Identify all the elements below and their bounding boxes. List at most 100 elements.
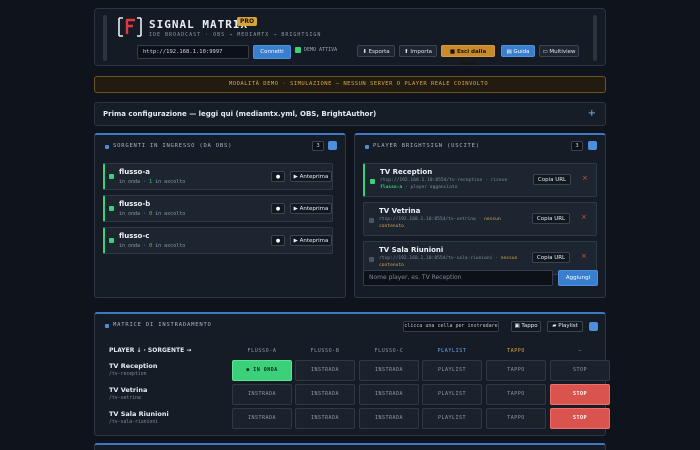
matrix-cell[interactable]: INSTRADA	[295, 360, 355, 381]
player-url-suffix: · player agganciato	[402, 184, 458, 190]
matrix-cell[interactable]: PLAYLIST	[422, 408, 482, 429]
playlist-button[interactable]: ▰ Playlist	[547, 321, 583, 332]
matrix-cell[interactable]: TAPPO	[486, 408, 546, 429]
setup-accordion[interactable]: Prima configurazione — leggi qui (mediam…	[94, 102, 606, 126]
matrix-collapse-icon[interactable]	[589, 322, 598, 331]
guide-label: Guida	[513, 49, 530, 55]
copy-url-button[interactable]: Copia URL	[532, 252, 570, 263]
matrix-cell[interactable]: INSTRADA	[359, 408, 419, 429]
preview-button[interactable]: ▶ Anteprima	[290, 171, 332, 182]
preview-button[interactable]: ▶ Anteprima	[290, 235, 332, 246]
copy-url-button[interactable]: Copia URL	[532, 213, 570, 224]
matrix-column-header: —	[578, 348, 582, 354]
source-status-suffix: in ascolto	[152, 211, 186, 217]
multiview-label: Multiview	[549, 49, 576, 55]
matrix-row-path: /tv-reception	[109, 372, 147, 377]
sources-collapse-icon[interactable]	[328, 141, 337, 150]
routing-matrix-panel: MATRICE DI INSTRADAMENTO clicca una cell…	[94, 312, 610, 436]
sources-title: SORGENTI IN INGRESSO (DA OBS)	[113, 143, 233, 149]
matrix-cell[interactable]: ● IN ONDA	[232, 360, 292, 381]
matrix-cell[interactable]: PLAYLIST	[422, 384, 482, 405]
source-status-prefix: in onda ·	[119, 211, 150, 217]
player-name: TV Vetrina	[379, 207, 421, 215]
source-name: flusso-c	[119, 232, 150, 240]
matrix-cell[interactable]: INSTRADA	[359, 384, 419, 405]
player-state: flusso-a	[380, 184, 403, 190]
preview-button[interactable]: ▶ Anteprima	[290, 203, 332, 214]
delete-player-icon[interactable]: ×	[581, 252, 587, 260]
import-label: Importa	[410, 49, 432, 55]
connect-button[interactable]: Connetti	[253, 45, 291, 59]
matrix-cell[interactable]: INSTRADA	[359, 360, 419, 381]
tappo-button[interactable]: ▣ Tappo	[511, 321, 541, 332]
matrix-cell[interactable]: INSTRADA	[295, 408, 355, 429]
players-collapse-icon[interactable]	[588, 141, 597, 150]
live-status-icon	[109, 174, 114, 179]
server-url-input[interactable]: http://192.168.1.10:9997	[137, 45, 249, 59]
copy-url-button[interactable]: Copia URL	[533, 174, 571, 185]
player-status-icon	[370, 179, 375, 184]
player-name: TV Sala Riunioni	[379, 246, 444, 254]
import-button[interactable]: ⬆ Importa	[399, 45, 437, 57]
export-button[interactable]: ⬇ Esporta	[357, 45, 395, 57]
matrix-cell[interactable]: INSTRADA	[232, 384, 292, 405]
header-rail-right	[593, 15, 597, 61]
expand-icon[interactable]: +	[588, 108, 596, 119]
sources-count-badge: 3	[312, 141, 324, 151]
matrix-hint: clicca una cella per instradare	[403, 321, 499, 332]
matrix-row-name: TV Vetrina	[109, 386, 148, 394]
source-status-prefix: in onda ·	[119, 179, 150, 185]
record-button[interactable]: ●	[271, 171, 285, 182]
source-status: in onda · 0 in ascolto	[119, 211, 185, 217]
player-name-input[interactable]: Nome player, es. TV Reception	[363, 270, 553, 286]
matrix-title: MATRICE DI INSTRADAMENTO	[113, 322, 212, 328]
source-name: flusso-b	[119, 200, 151, 208]
player-row[interactable]: TV Reception rtsp://192.168.1.10:8554/tv-…	[363, 163, 597, 197]
matrix-row-name: TV Sala Riunioni	[109, 410, 169, 418]
matrix-column-header: FLUSSO-A	[247, 348, 277, 354]
players-title: PLAYER BRIGHTSIGN (USCITE)	[373, 143, 480, 149]
matrix-cell[interactable]: INSTRADA	[232, 408, 292, 429]
demo-status-label: DEMO ATTIVA	[304, 47, 338, 53]
players-panel: PLAYER BRIGHTSIGN (USCITE) 3 TV Receptio…	[354, 133, 606, 298]
brand-logo-icon	[118, 17, 142, 37]
player-url-text: rtsp://192.168.1.10:8554/tv-vetrina ·	[379, 217, 485, 222]
guide-button[interactable]: ▤ Guida	[501, 45, 535, 57]
matrix-corner-label: PLAYER ↓ · SORGENTE →	[109, 347, 192, 354]
matrix-cell[interactable]: TAPPO	[486, 360, 546, 381]
source-row[interactable]: flusso-b in onda · 0 in ascolto ● ▶ Antepri…	[103, 195, 333, 222]
record-button[interactable]: ●	[271, 203, 285, 214]
app-header: SIGNAL MATRIX PRO IDE BROADCAST · OBS → …	[94, 8, 606, 67]
matrix-cell[interactable]: STOP	[550, 384, 610, 405]
player-url-text: rtsp://192.168.1.10:8554/tv-sala-riunion…	[379, 256, 501, 261]
source-row[interactable]: flusso-a in onda · 1 in ascolto ● ▶ Antepri…	[103, 163, 333, 190]
player-url: rtsp://192.168.1.10:8554/tv-sala-riunion…	[379, 256, 527, 269]
source-row[interactable]: flusso-c in onda · 0 in ascolto ● ▶ Antepri…	[103, 227, 333, 254]
matrix-column-header: PLAYLIST	[437, 348, 467, 354]
delete-player-icon[interactable]: ×	[582, 174, 588, 182]
matrix-cell[interactable]: STOP	[550, 360, 610, 381]
panel-bullet-icon	[105, 145, 109, 149]
record-button[interactable]: ●	[271, 235, 285, 246]
matrix-row-name: TV Reception	[109, 362, 158, 370]
demo-banner: MODALITÀ DEMO · SIMULAZIONE — NESSUN SER…	[94, 76, 606, 93]
matrix-cell[interactable]: PLAYLIST	[422, 360, 482, 381]
add-player-button[interactable]: Aggiungi	[558, 270, 598, 286]
demo-status-icon	[295, 47, 301, 53]
exit-icon: ■	[449, 49, 457, 55]
pro-badge: PRO	[237, 17, 258, 26]
multiview-button[interactable]: ▭ Multiview	[539, 45, 579, 57]
matrix-row-path: /tv-vetrina	[109, 396, 141, 401]
matrix-column-header: TAPPO	[506, 348, 526, 354]
matrix-cell[interactable]: STOP	[550, 408, 610, 429]
brand-title: SIGNAL MATRIX	[149, 18, 249, 31]
delete-player-icon[interactable]: ×	[581, 213, 587, 221]
sources-panel: SORGENTI IN INGRESSO (DA OBS) 3 flusso-a…	[94, 133, 346, 298]
player-status-icon	[369, 218, 374, 223]
matrix-cell[interactable]: TAPPO	[486, 384, 546, 405]
matrix-cell[interactable]: INSTRADA	[295, 384, 355, 405]
player-row[interactable]: TV Vetrina rtsp://192.168.1.10:8554/tv-ve…	[363, 202, 597, 236]
matrix-column-header: FLUSSO-C	[374, 348, 404, 354]
exit-demo-button[interactable]: ■ Esci dalla demo	[441, 45, 495, 67]
live-status-icon	[109, 238, 114, 243]
